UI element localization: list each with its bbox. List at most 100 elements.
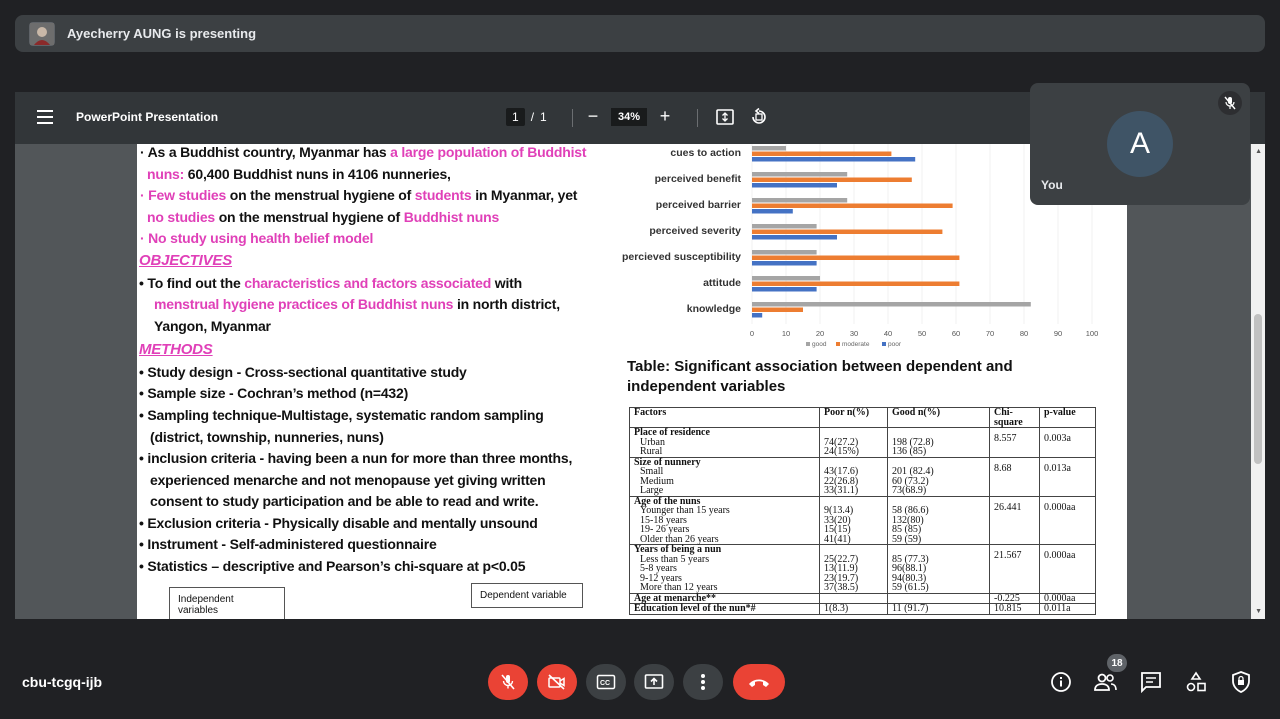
leave-call-button[interactable] [733, 664, 785, 700]
legend-swatch-good [806, 342, 810, 346]
presenter-text: Ayecherry AUNG is presenting [67, 26, 257, 41]
method-inclusion: • inclusion criteria - having been a nun… [139, 450, 573, 466]
presenting-banner: Ayecherry AUNG is presenting [15, 15, 1265, 52]
table-cell [887, 592, 990, 604]
table-cell: 0.011a [1039, 603, 1096, 615]
bar-moderate [752, 255, 960, 260]
host-controls-icon[interactable] [1229, 670, 1253, 694]
x-tick-label: 70 [986, 329, 994, 338]
bar-good [752, 146, 786, 151]
method-study-design: • Study design - Cross-sectional quantit… [139, 364, 467, 380]
objective-1-cont: menstrual hygiene practices of Buddhist … [154, 296, 560, 312]
table-cell: Size of nunnery Small Medium Large [629, 456, 820, 497]
category-label: percieved susceptibility [622, 251, 741, 263]
meeting-code: cbu-tcgq-ijb [22, 674, 103, 690]
table-row: Years of being a nun Less than 5 years 5-8… [629, 544, 1096, 594]
vertical-scrollbar[interactable]: ▲ ▼ [1251, 144, 1265, 619]
bar-good [752, 250, 817, 255]
bar-poor [752, 287, 817, 292]
objective-1-cont-2: Yangon, Myanmar [154, 318, 271, 334]
table-cell: 85 (77.3) 96(88.1) 94(80.3) 59 (61.5) [887, 544, 990, 594]
table-cell: 26.441 [989, 495, 1040, 545]
slide-page: · As a Buddhist country, Myanmar has a l… [137, 144, 1127, 619]
category-label: perceived barrier [656, 199, 741, 211]
menu-icon[interactable] [37, 110, 53, 124]
table-cell: 8.557 [989, 427, 1040, 458]
objective-1: • To find out the characteristics and fa… [139, 275, 522, 291]
legend-label-moderate: moderate [842, 341, 870, 348]
bar-moderate [752, 203, 953, 208]
bar-poor [752, 313, 763, 318]
intro-bullet-2-cont: no studies on the menstrual hygiene of B… [147, 209, 500, 225]
captions-button[interactable]: CC [586, 664, 626, 700]
fit-page-icon[interactable] [715, 107, 735, 127]
table-cell: 0.013a [1039, 456, 1096, 497]
table-cell: Place of residence Urban Rural [629, 427, 820, 458]
x-tick-label: 10 [782, 329, 790, 338]
present-now-button[interactable] [634, 664, 674, 700]
bar-good [752, 198, 848, 203]
bar-good [752, 302, 1031, 307]
table-header-cell: Good n(%) [887, 407, 990, 428]
method-instrument: • Instrument - Self-administered questio… [139, 536, 437, 552]
camera-toggle-button[interactable] [537, 664, 577, 700]
more-options-button[interactable] [683, 664, 723, 700]
dependent-variable-box: Dependent variable [471, 583, 583, 608]
scroll-down-icon[interactable]: ▼ [1255, 608, 1262, 615]
intro-bullet-3: · No study using health belief model [140, 230, 374, 246]
bar-good [752, 276, 820, 281]
x-tick-label: 90 [1054, 329, 1062, 338]
scrollbar-thumb[interactable] [1254, 314, 1262, 464]
mic-off-icon [1218, 91, 1242, 115]
rotate-icon[interactable] [749, 107, 769, 127]
bar-moderate [752, 151, 892, 156]
table-cell: 1(8.3) [819, 603, 888, 615]
table-row: Size of nunnery Small Medium Large 43(17.6)… [629, 456, 1096, 497]
zoom-controls: − 34% + [585, 106, 673, 127]
x-tick-label: 40 [884, 329, 892, 338]
table-cell: 0.000aa [1039, 495, 1096, 545]
table-caption: Table: Significant association between d… [627, 358, 1013, 395]
table-cell: 0.000aa [1039, 544, 1096, 594]
table-cell: Years of being a nun Less than 5 years 5-8… [629, 544, 820, 594]
table-cell: 0.003a [1039, 427, 1096, 458]
intro-bullet-1-cont: nuns: 60,400 Buddhist nuns in 4106 nunne… [147, 166, 451, 182]
method-statistics: • Statistics – descriptive and Pearson’s… [139, 558, 526, 574]
intro-bullet-2: · Few studies on the menstrual hygiene o… [140, 187, 578, 203]
bar-good [752, 224, 817, 229]
bar-poor [752, 235, 837, 240]
zoom-level[interactable]: 34% [611, 107, 648, 126]
zoom-in-icon[interactable]: + [657, 106, 673, 127]
bar-moderate [752, 307, 803, 312]
bar-poor [752, 209, 793, 214]
people-icon[interactable] [1093, 670, 1117, 694]
zoom-out-icon[interactable]: − [585, 106, 601, 127]
table-cell: 0.000aa [1039, 592, 1096, 604]
chat-icon[interactable] [1139, 670, 1163, 694]
category-label: cues to action [670, 147, 741, 159]
bar-moderate [752, 281, 960, 286]
table-cell: 58 (86.6) 132(80) 85 (85) 59 (59) [887, 495, 990, 545]
table-cell: -0.225 [989, 592, 1040, 604]
method-exclusion: • Exclusion criteria - Physically disabl… [139, 515, 538, 531]
meeting-details-icon[interactable] [1049, 670, 1073, 694]
category-label: perceived severity [649, 225, 741, 237]
scroll-up-icon[interactable]: ▲ [1255, 148, 1262, 155]
category-label: knowledge [687, 303, 741, 315]
page-number-input[interactable]: 1 [506, 108, 525, 126]
activities-icon[interactable] [1184, 670, 1208, 694]
microphone-toggle-button[interactable] [488, 664, 528, 700]
table-cell: 74(27.2) 24(15%) [819, 427, 888, 458]
legend-swatch-poor [882, 342, 886, 346]
bar-moderate [752, 229, 943, 234]
self-video-tile: A You [1030, 83, 1250, 205]
table-cell: 9(13.4) 33(20) 15(15) 41(41) [819, 495, 888, 545]
intro-bullet-1: · As a Buddhist country, Myanmar has a l… [140, 144, 587, 160]
table-row: Age of the nuns Younger than 15 years 15-1… [629, 495, 1096, 545]
presenter-avatar [29, 21, 55, 46]
method-inclusion-cont: experienced menarche and not menopause y… [150, 472, 546, 488]
table-row: Place of residence Urban Rural 74(27.2) 24(… [629, 427, 1096, 458]
table-cell: 25(22.7) 13(11.9) 23(19.7) 37(38.5) [819, 544, 888, 594]
table-cell: 43(17.6) 22(26.8) 33(31.1) [819, 456, 888, 497]
legend-label-good: good [812, 341, 827, 348]
